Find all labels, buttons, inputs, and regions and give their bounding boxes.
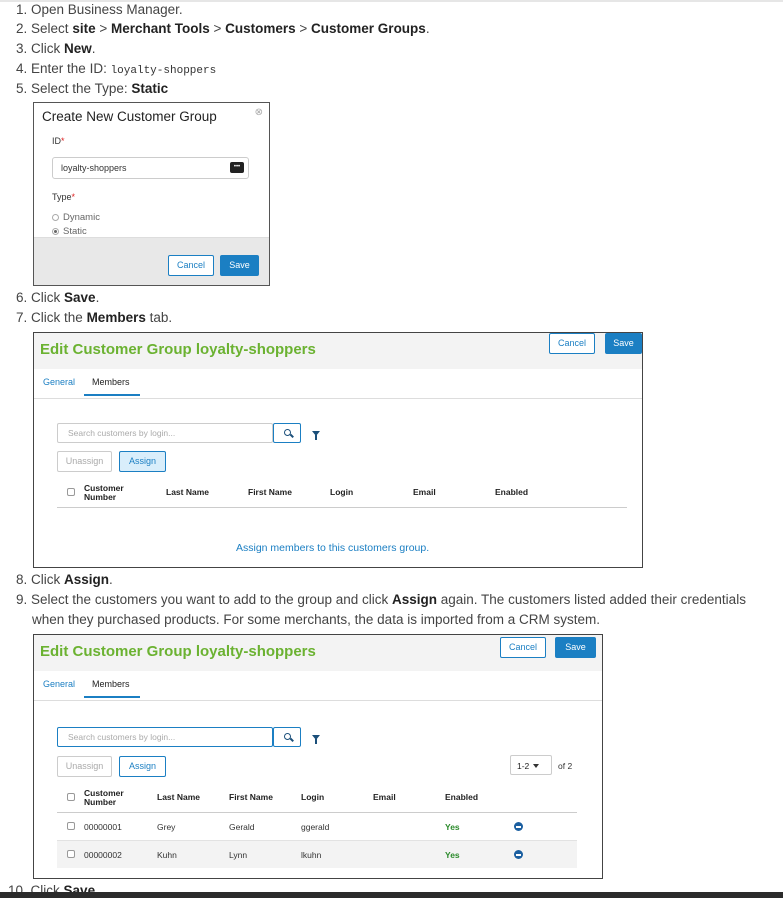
step-7: 7. Click the Members tab. bbox=[16, 310, 173, 325]
bottom-bar bbox=[0, 892, 783, 898]
col-login: Login bbox=[330, 487, 354, 497]
tab-bar: General Members bbox=[34, 369, 642, 399]
id-label: ID* bbox=[52, 136, 65, 146]
cell-last-name: Grey bbox=[157, 822, 176, 832]
page-total: of 2 bbox=[558, 761, 573, 771]
cell-last-name: Kuhn bbox=[157, 850, 177, 860]
tab-members[interactable]: Members bbox=[84, 679, 140, 698]
radio-dynamic-icon bbox=[52, 214, 59, 221]
radio-static-icon bbox=[52, 228, 59, 235]
dialog-footer: Cancel Save bbox=[34, 237, 269, 285]
tab-general[interactable]: General bbox=[43, 377, 75, 387]
assign-button[interactable]: Assign bbox=[119, 451, 166, 472]
tab-bar: General Members bbox=[34, 671, 602, 701]
col-login: Login bbox=[301, 792, 325, 802]
cell-customer-number: 00000002 bbox=[84, 850, 122, 860]
step-9: 9. Select the customers you want to add … bbox=[16, 592, 746, 627]
radio-dynamic[interactable]: Dynamic bbox=[52, 212, 100, 223]
panel-header: Edit Customer Group loyalty-shoppers Can… bbox=[34, 635, 602, 671]
col-customer-number: Customer Number bbox=[84, 483, 124, 502]
cell-login: ggerald bbox=[301, 822, 330, 832]
keyboard-icon: ••• bbox=[230, 162, 244, 173]
radio-static[interactable]: Static bbox=[52, 226, 87, 237]
table-row[interactable]: 00000001 Grey Gerald ggerald Yes bbox=[57, 813, 577, 840]
save-button[interactable]: Save bbox=[220, 255, 259, 276]
row-checkbox[interactable] bbox=[67, 850, 75, 858]
edit-customer-group-panel-members: Edit Customer Group loyalty-shoppers Can… bbox=[33, 634, 603, 879]
tab-members[interactable]: Members bbox=[84, 377, 140, 396]
edit-customer-group-panel-empty: Edit Customer Group loyalty-shoppers Can… bbox=[33, 332, 643, 568]
cell-first-name: Gerald bbox=[229, 822, 255, 832]
step-6: 6. Click Save. bbox=[16, 290, 100, 305]
step-2: 2. Select site > Merchant Tools > Custom… bbox=[16, 21, 430, 36]
col-first-name: First Name bbox=[229, 792, 273, 802]
step-4: 4. Enter the ID: loyalty-shoppers bbox=[16, 61, 217, 77]
step-3: 3. Click New. bbox=[16, 41, 96, 56]
chevron-down-icon bbox=[533, 764, 540, 768]
step-1: 1. Open Business Manager. bbox=[16, 2, 183, 17]
active-tab-underline bbox=[84, 394, 140, 396]
select-all-checkbox[interactable] bbox=[67, 488, 75, 496]
save-button[interactable]: Save bbox=[605, 333, 642, 354]
col-first-name: First Name bbox=[248, 487, 292, 497]
remove-icon[interactable] bbox=[514, 850, 523, 859]
panel-title: Edit Customer Group loyalty-shoppers bbox=[40, 643, 316, 660]
active-tab-underline bbox=[84, 696, 140, 698]
cancel-button[interactable]: Cancel bbox=[500, 637, 546, 658]
panel-title: Edit Customer Group loyalty-shoppers bbox=[40, 341, 316, 358]
col-customer-number: Customer Number bbox=[84, 788, 124, 807]
table-divider bbox=[57, 507, 627, 508]
cell-customer-number: 00000001 bbox=[84, 822, 122, 832]
col-email: Email bbox=[413, 487, 436, 497]
cell-login: lkuhn bbox=[301, 850, 322, 860]
step-5: 5. Select the Type: Static bbox=[16, 81, 169, 96]
col-last-name: Last Name bbox=[157, 792, 200, 802]
assign-button[interactable]: Assign bbox=[119, 756, 166, 777]
search-icon bbox=[284, 733, 291, 740]
unassign-button[interactable]: Unassign bbox=[57, 451, 112, 472]
panel-header: Edit Customer Group loyalty-shoppers Can… bbox=[34, 333, 642, 369]
col-email: Email bbox=[373, 792, 396, 802]
col-enabled: Enabled bbox=[495, 487, 529, 497]
search-icon bbox=[284, 429, 291, 436]
tab-general[interactable]: General bbox=[43, 679, 75, 689]
type-label: Type* bbox=[52, 192, 76, 202]
table-row[interactable]: 00000002 Kuhn Lynn lkuhn Yes bbox=[57, 841, 577, 868]
select-all-checkbox[interactable] bbox=[67, 793, 75, 801]
row-checkbox[interactable] bbox=[67, 822, 75, 830]
cancel-button[interactable]: Cancel bbox=[168, 255, 214, 276]
save-button[interactable]: Save bbox=[555, 637, 596, 658]
unassign-button[interactable]: Unassign bbox=[57, 756, 112, 777]
search-input[interactable]: Search customers by login... bbox=[57, 727, 273, 747]
cell-enabled: Yes bbox=[445, 850, 460, 860]
cell-first-name: Lynn bbox=[229, 850, 248, 860]
remove-icon[interactable] bbox=[514, 822, 523, 831]
search-button[interactable] bbox=[273, 423, 301, 443]
search-button[interactable] bbox=[273, 727, 301, 747]
page-size-select[interactable]: 1-2 bbox=[510, 755, 552, 775]
col-enabled: Enabled bbox=[445, 792, 479, 802]
create-customer-group-dialog: Create New Customer Group ⊗ ID* loyalty-… bbox=[33, 102, 270, 286]
close-icon[interactable]: ⊗ bbox=[255, 107, 263, 118]
cell-enabled: Yes bbox=[445, 822, 460, 832]
filter-icon[interactable] bbox=[312, 431, 320, 440]
id-input[interactable]: loyalty-shoppers ••• bbox=[52, 157, 249, 179]
dialog-title: Create New Customer Group bbox=[42, 109, 217, 124]
filter-icon[interactable] bbox=[312, 735, 320, 744]
search-input[interactable]: Search customers by login... bbox=[57, 423, 273, 443]
step-8: 8. Click Assign. bbox=[16, 572, 113, 587]
cancel-button[interactable]: Cancel bbox=[549, 333, 595, 354]
assign-members-link[interactable]: Assign members to this customers group. bbox=[236, 542, 429, 554]
col-last-name: Last Name bbox=[166, 487, 209, 497]
